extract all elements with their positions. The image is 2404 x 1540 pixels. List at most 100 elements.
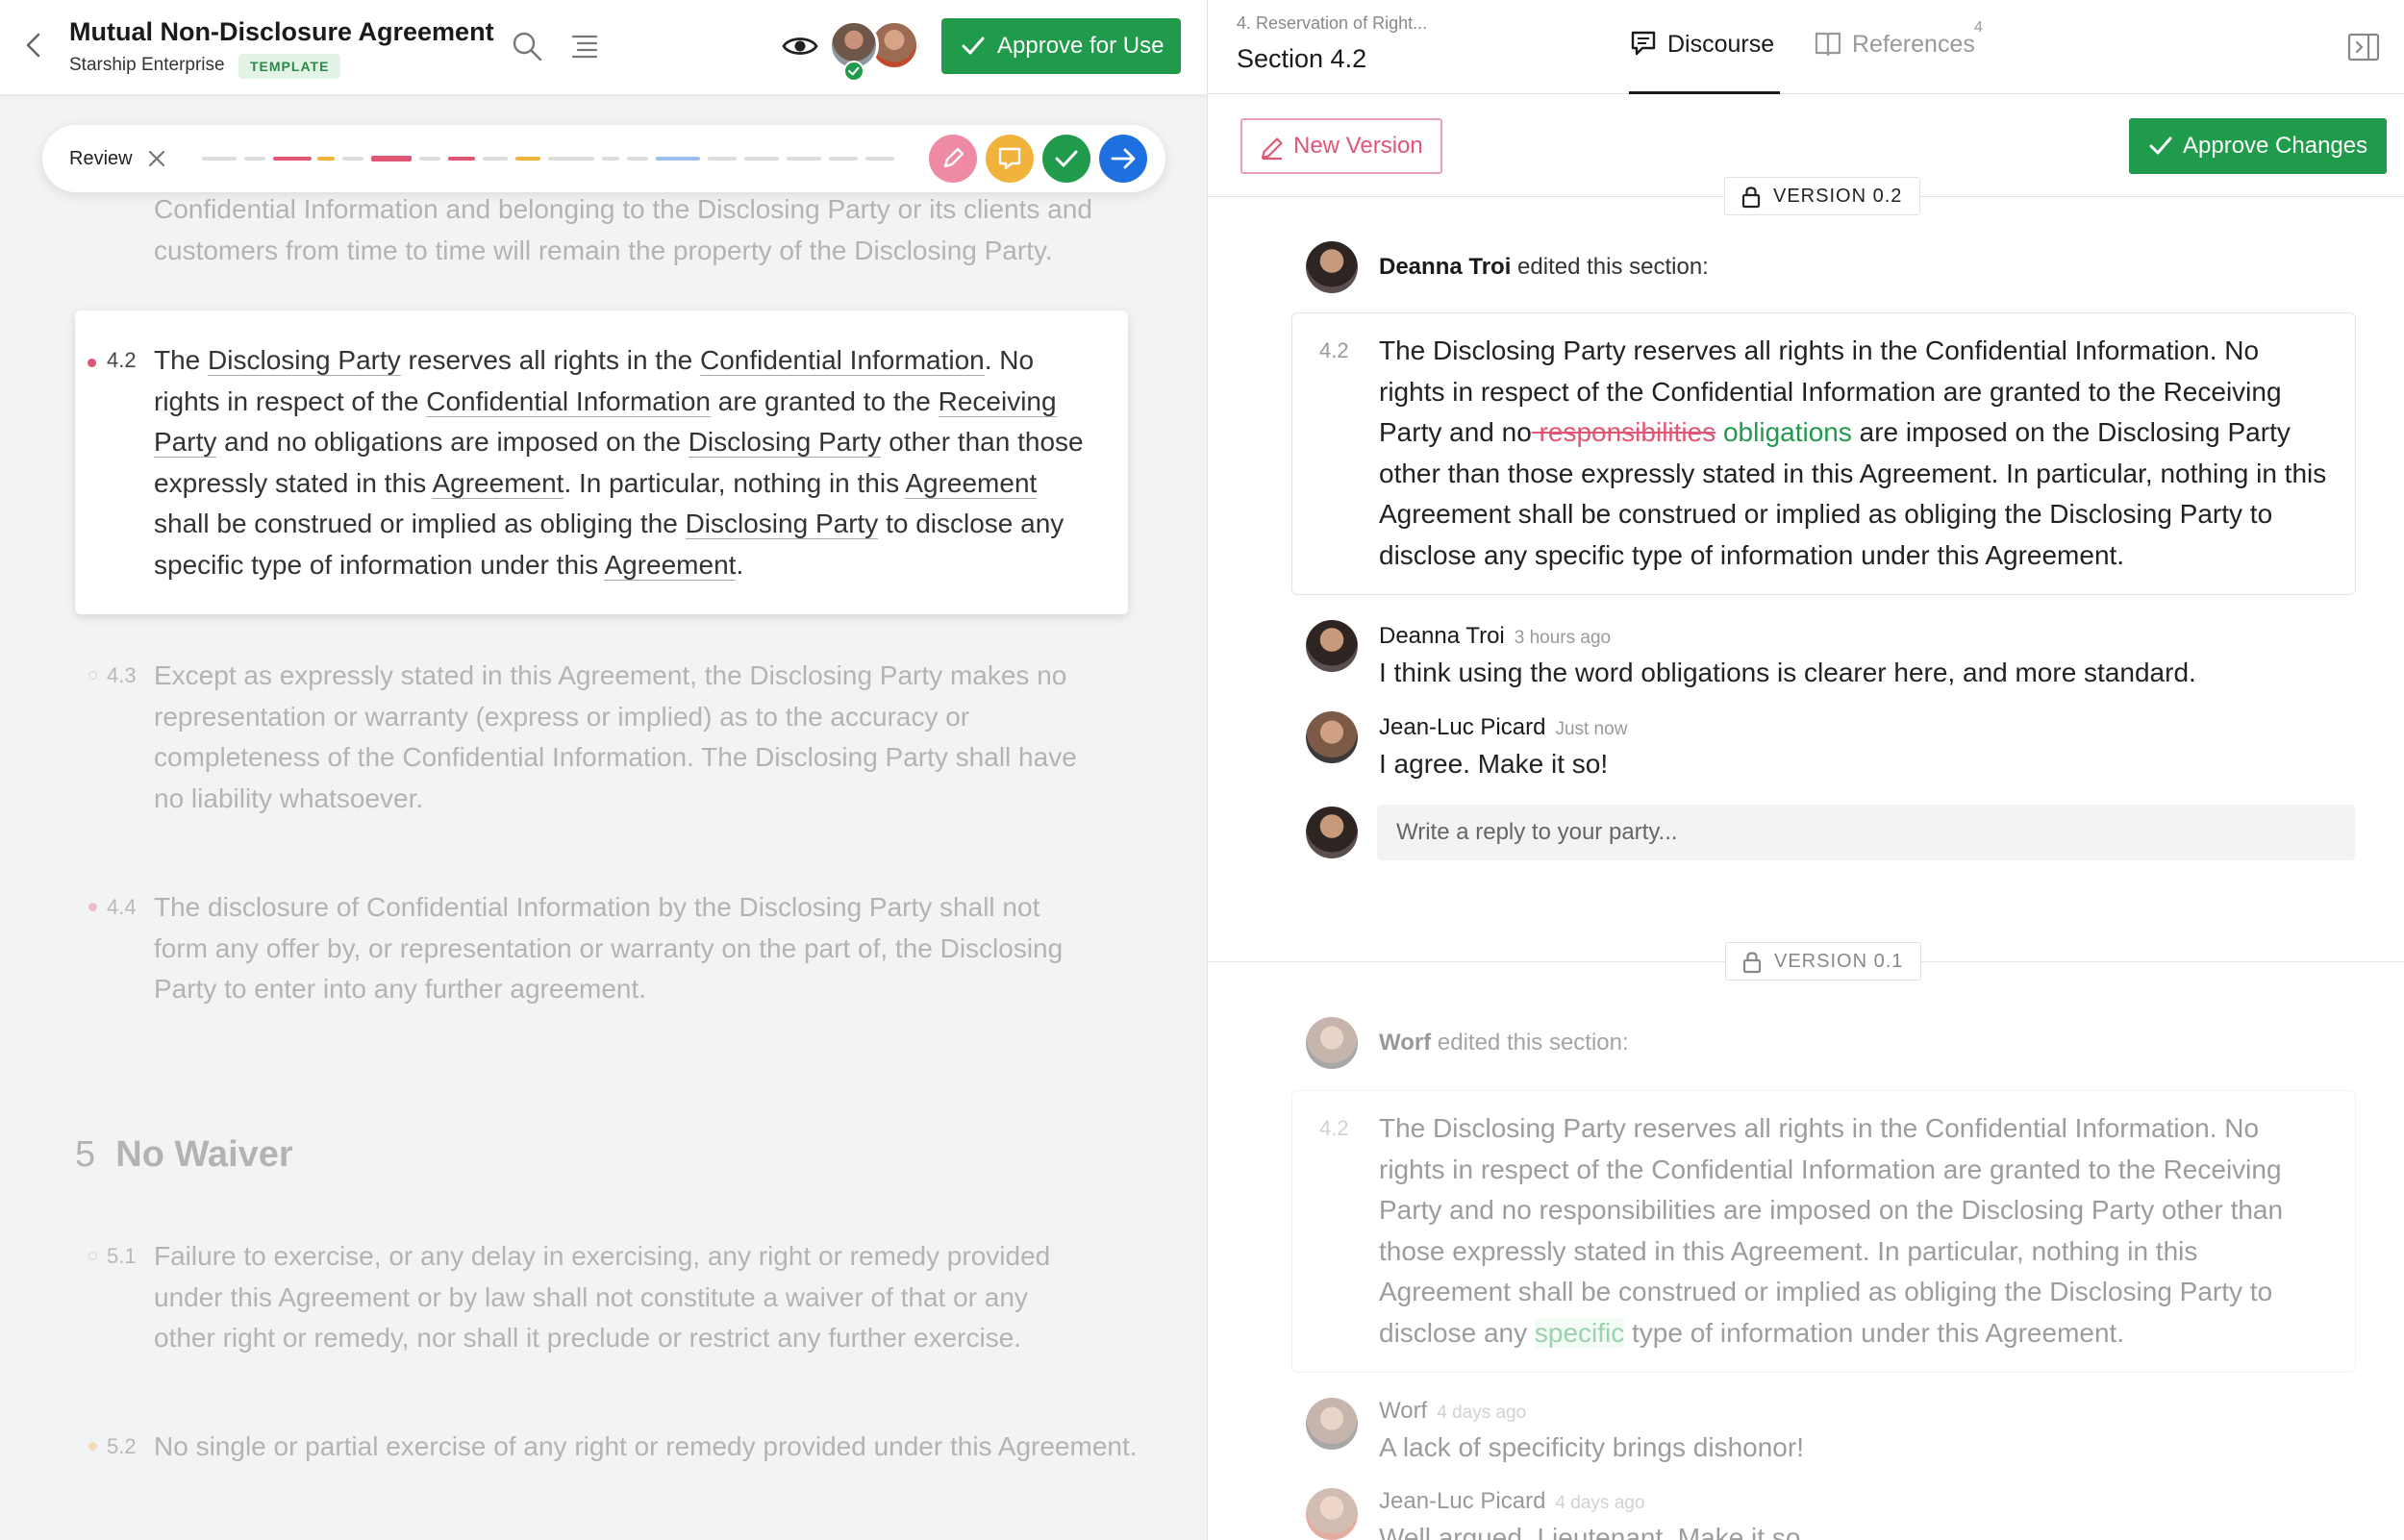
clause-4-2-text: The Disclosing Party reserves all rights… (154, 345, 1084, 581)
diff-card: 4.2 The Disclosing Party reserves all ri… (1291, 312, 2356, 595)
breadcrumb[interactable]: 4. Reservation of Right... (1237, 13, 1427, 34)
avatar[interactable] (1306, 711, 1358, 763)
book-icon (1815, 32, 1841, 57)
comment-filter-button[interactable] (986, 135, 1034, 183)
section-title: No Waiver (115, 1134, 293, 1175)
comment-body: A lack of specificity brings dishonor! (1379, 1432, 1804, 1462)
panel-header: 4. Reservation of Right... Section 4.2 D… (1208, 0, 2404, 94)
version-badge: VERSION 0.1 (1725, 942, 1922, 981)
comment-time: Just now (1555, 719, 1628, 739)
clause-number: 5.1 (107, 1244, 137, 1268)
diff-text: The Disclosing Party reserves all rights… (1379, 1113, 2284, 1348)
avatar[interactable] (1306, 1017, 1358, 1069)
comment-author: Jean-Luc Picard 4 days ago (1379, 1488, 1645, 1514)
approve-changes-button[interactable]: Approve Changes (2129, 118, 2387, 174)
avatar[interactable] (1306, 620, 1358, 672)
clause-number: 4.2 (107, 348, 137, 372)
edit-summary: Worf edited this section: (1379, 1030, 1629, 1056)
avatar[interactable] (1306, 1488, 1358, 1540)
clause-4-4-text: The disclosure of Confidential Informati… (154, 892, 1064, 1004)
document-pane: Mutual Non-Disclosure Agreement Starship… (0, 0, 1207, 1540)
document-subtitle: Starship Enterprise (69, 55, 225, 75)
avatar[interactable] (1306, 241, 1358, 293)
comment-time: 4 days ago (1555, 1493, 1645, 1513)
comment-dot (88, 1442, 97, 1451)
document-title: Mutual Non-Disclosure Agreement (69, 17, 494, 46)
edit-filter-button[interactable] (929, 135, 977, 183)
comment-body: I think using the word obligations is cl… (1379, 658, 2196, 687)
change-dot (88, 903, 97, 911)
close-icon[interactable] (146, 148, 167, 169)
back-icon[interactable] (21, 31, 46, 60)
edit-summary-text: edited this section: (1431, 1030, 1629, 1056)
comment-author: Jean-Luc Picard Just now (1379, 714, 1628, 740)
review-bar: Review (42, 125, 1165, 192)
tab-references-label: References (1852, 31, 1975, 58)
check-icon (962, 37, 985, 55)
version-label: VERSION 0.2 (1773, 186, 1903, 207)
new-version-label: New Version (1293, 133, 1423, 159)
clause-number: 4.2 (1319, 1116, 1349, 1140)
references-count: 4 (1974, 19, 1983, 36)
lock-icon (1742, 952, 1762, 974)
active-clause-card[interactable]: 4.2 The Disclosing Party reserves all ri… (75, 310, 1128, 614)
discourse-icon (1631, 31, 1656, 56)
diff-card: 4.2 The Disclosing Party reserves all ri… (1291, 1090, 2356, 1373)
comment-body: Well argued, Lieutenant. Make it so. (1379, 1523, 1809, 1540)
clause-dot (88, 671, 97, 680)
deleted-text: responsibilities (1531, 417, 1716, 447)
inserted-text: specific (1534, 1317, 1625, 1348)
avatar[interactable] (1306, 1398, 1358, 1450)
clause-number: 4.4 (107, 895, 137, 919)
pencil-icon (1261, 137, 1283, 161)
editor-name: Deanna Troi (1379, 254, 1512, 280)
comment-time: 4 days ago (1437, 1403, 1527, 1423)
section-title: Section 4.2 (1237, 44, 1367, 73)
comment-icon (998, 147, 1021, 170)
check-icon (843, 61, 864, 82)
section-number: 5 (75, 1134, 96, 1175)
change-dot (88, 359, 96, 367)
clause-4-1-tail: Confidential Information and belonging t… (154, 194, 1092, 265)
panel-toggle-icon[interactable] (2347, 33, 2380, 62)
review-label: Review (69, 148, 133, 169)
clause-dot (88, 1252, 97, 1260)
search-icon[interactable] (510, 29, 544, 63)
version-badge: VERSION 0.2 (1724, 177, 1921, 215)
pencil-icon (943, 147, 964, 168)
comment-time: 3 hours ago (1514, 628, 1612, 648)
tab-references[interactable]: References (1814, 29, 1975, 94)
comment-author: Deanna Troi 3 hours ago (1379, 623, 1612, 649)
version-label: VERSION 0.1 (1774, 951, 1904, 972)
reply-input[interactable] (1377, 805, 2355, 860)
outline-icon[interactable] (569, 31, 600, 62)
lock-icon (1741, 186, 1761, 209)
clause-5-2-text: No single or partial exercise of any rig… (154, 1431, 1138, 1461)
tab-discourse[interactable]: Discourse (1629, 29, 1781, 94)
approve-filter-button[interactable] (1042, 135, 1090, 183)
clause-5-1-text: Failure to exercise, or any delay in exe… (154, 1241, 1051, 1353)
comment-body: I agree. Make it so! (1379, 749, 1609, 779)
clause-number: 4.3 (107, 663, 137, 687)
inserted-text: obligations (1715, 417, 1852, 447)
clause-4-3-text: Except as expressly stated in this Agree… (154, 660, 1077, 813)
avatar (1306, 807, 1358, 858)
next-change-button[interactable] (1099, 135, 1147, 183)
new-version-button[interactable]: New Version (1240, 118, 1442, 174)
document-toolbar: Mutual Non-Disclosure Agreement Starship… (0, 0, 1207, 94)
eye-icon[interactable] (781, 31, 819, 62)
comment-author: Worf 4 days ago (1379, 1398, 1527, 1424)
tab-discourse-label: Discourse (1667, 31, 1775, 58)
edit-summary: Deanna Troi edited this section: (1379, 254, 1709, 281)
arrow-right-icon (1111, 148, 1136, 169)
review-minimap[interactable] (202, 156, 942, 161)
diff-text: The Disclosing Party reserves all rights… (1379, 335, 2327, 570)
edit-summary-text: edited this section: (1511, 254, 1709, 280)
clause-number: 5.2 (107, 1434, 137, 1458)
editor-name: Worf (1379, 1030, 1432, 1056)
approve-for-use-button[interactable]: Approve for Use (941, 18, 1181, 74)
section-5-heading: 5 No Waiver (75, 1134, 293, 1176)
clause-number: 4.2 (1319, 338, 1349, 362)
discussion-panel: 4. Reservation of Right... Section 4.2 D… (1207, 0, 2404, 1540)
template-badge: TEMPLATE (238, 54, 341, 79)
